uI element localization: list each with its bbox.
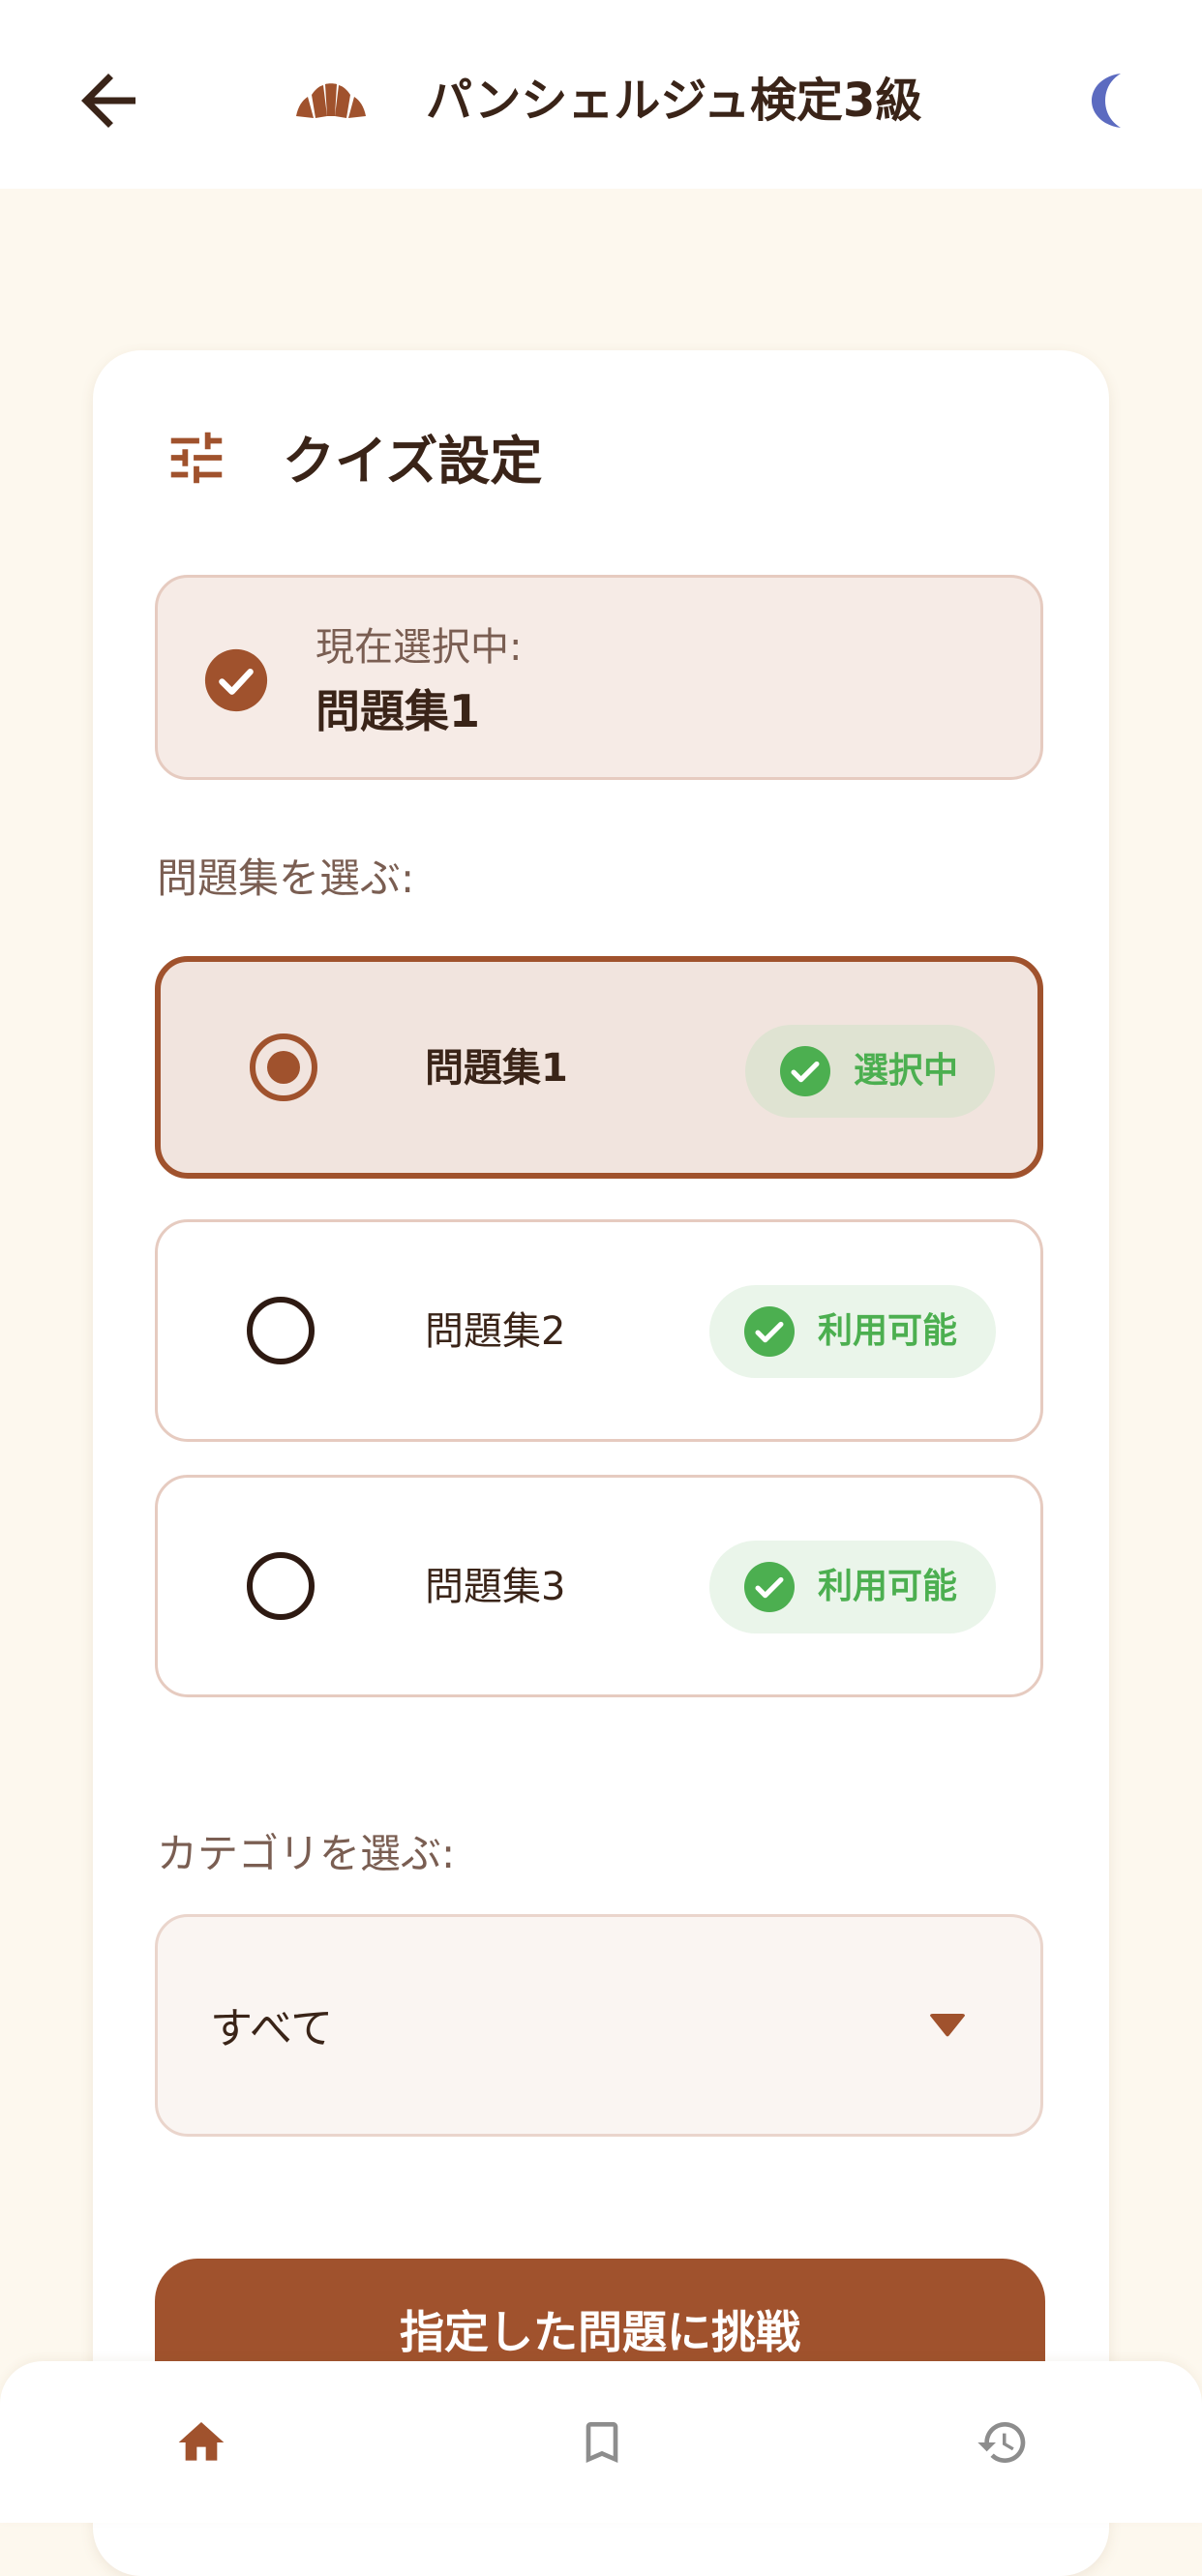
status-badge: 選択中 [745,1025,995,1118]
question-set-name: 問題集3 [425,1565,566,1609]
app-title: パンシェルジュ検定3級 [426,74,922,128]
status-text: 選択中 [854,1051,959,1091]
card-title: クイズ設定 [283,431,543,492]
bookmark-icon [586,2422,618,2463]
check-circle-icon [204,648,268,712]
current-selection-label: 現在選択中: [316,625,523,670]
status-badge: 利用可能 [709,1285,996,1378]
nav-item-home[interactable] [0,2361,401,2523]
category-label: カテゴリを選ぶ: [157,1830,456,1877]
nav-item-bookmarks[interactable] [401,2361,801,2523]
question-set-name: 問題集1 [425,1046,568,1091]
status-badge: 利用可能 [709,1541,996,1633]
history-icon [977,2422,1026,2463]
start-quiz-button-label: 指定した問題に挑戦 [400,2306,800,2358]
question-set-option-3[interactable]: 問題集3 利用可能 [155,1475,1043,1697]
current-selection-value: 問題集1 [316,685,481,737]
status-text: 利用可能 [818,1311,958,1351]
check-circle-icon [744,1306,795,1357]
question-set-name: 問題集2 [425,1309,566,1354]
quiz-settings-card: クイズ設定 現在選択中: 問題集1 問題集を選ぶ: 問題集1 選択中 問題集2 [93,350,1109,2576]
check-circle-icon [780,1046,830,1096]
home-icon [178,2422,225,2461]
moon-icon[interactable] [1086,72,1130,130]
current-selection-box: 現在選択中: 問題集1 [155,575,1043,780]
nav-item-history[interactable] [801,2361,1202,2523]
dropdown-arrow-icon [930,2014,965,2037]
status-text: 利用可能 [818,1567,958,1606]
app-bar: パンシェルジュ検定3級 [0,0,1202,189]
category-select-value: すべて [210,2004,334,2053]
question-set-label: 問題集を選ぶ: [157,854,415,902]
check-circle-icon [744,1562,795,1612]
radio-unselected-icon[interactable] [247,1297,315,1364]
question-set-option-1[interactable]: 問題集1 選択中 [155,956,1043,1179]
tune-icon [170,432,223,484]
radio-selected-icon[interactable] [250,1033,317,1101]
arrow-back-icon[interactable] [68,60,149,141]
croissant-icon [296,83,366,118]
bottom-navigation [0,2361,1202,2523]
radio-unselected-icon[interactable] [247,1552,315,1620]
question-set-option-2[interactable]: 問題集2 利用可能 [155,1219,1043,1442]
category-select[interactable]: すべて [155,1914,1043,2137]
